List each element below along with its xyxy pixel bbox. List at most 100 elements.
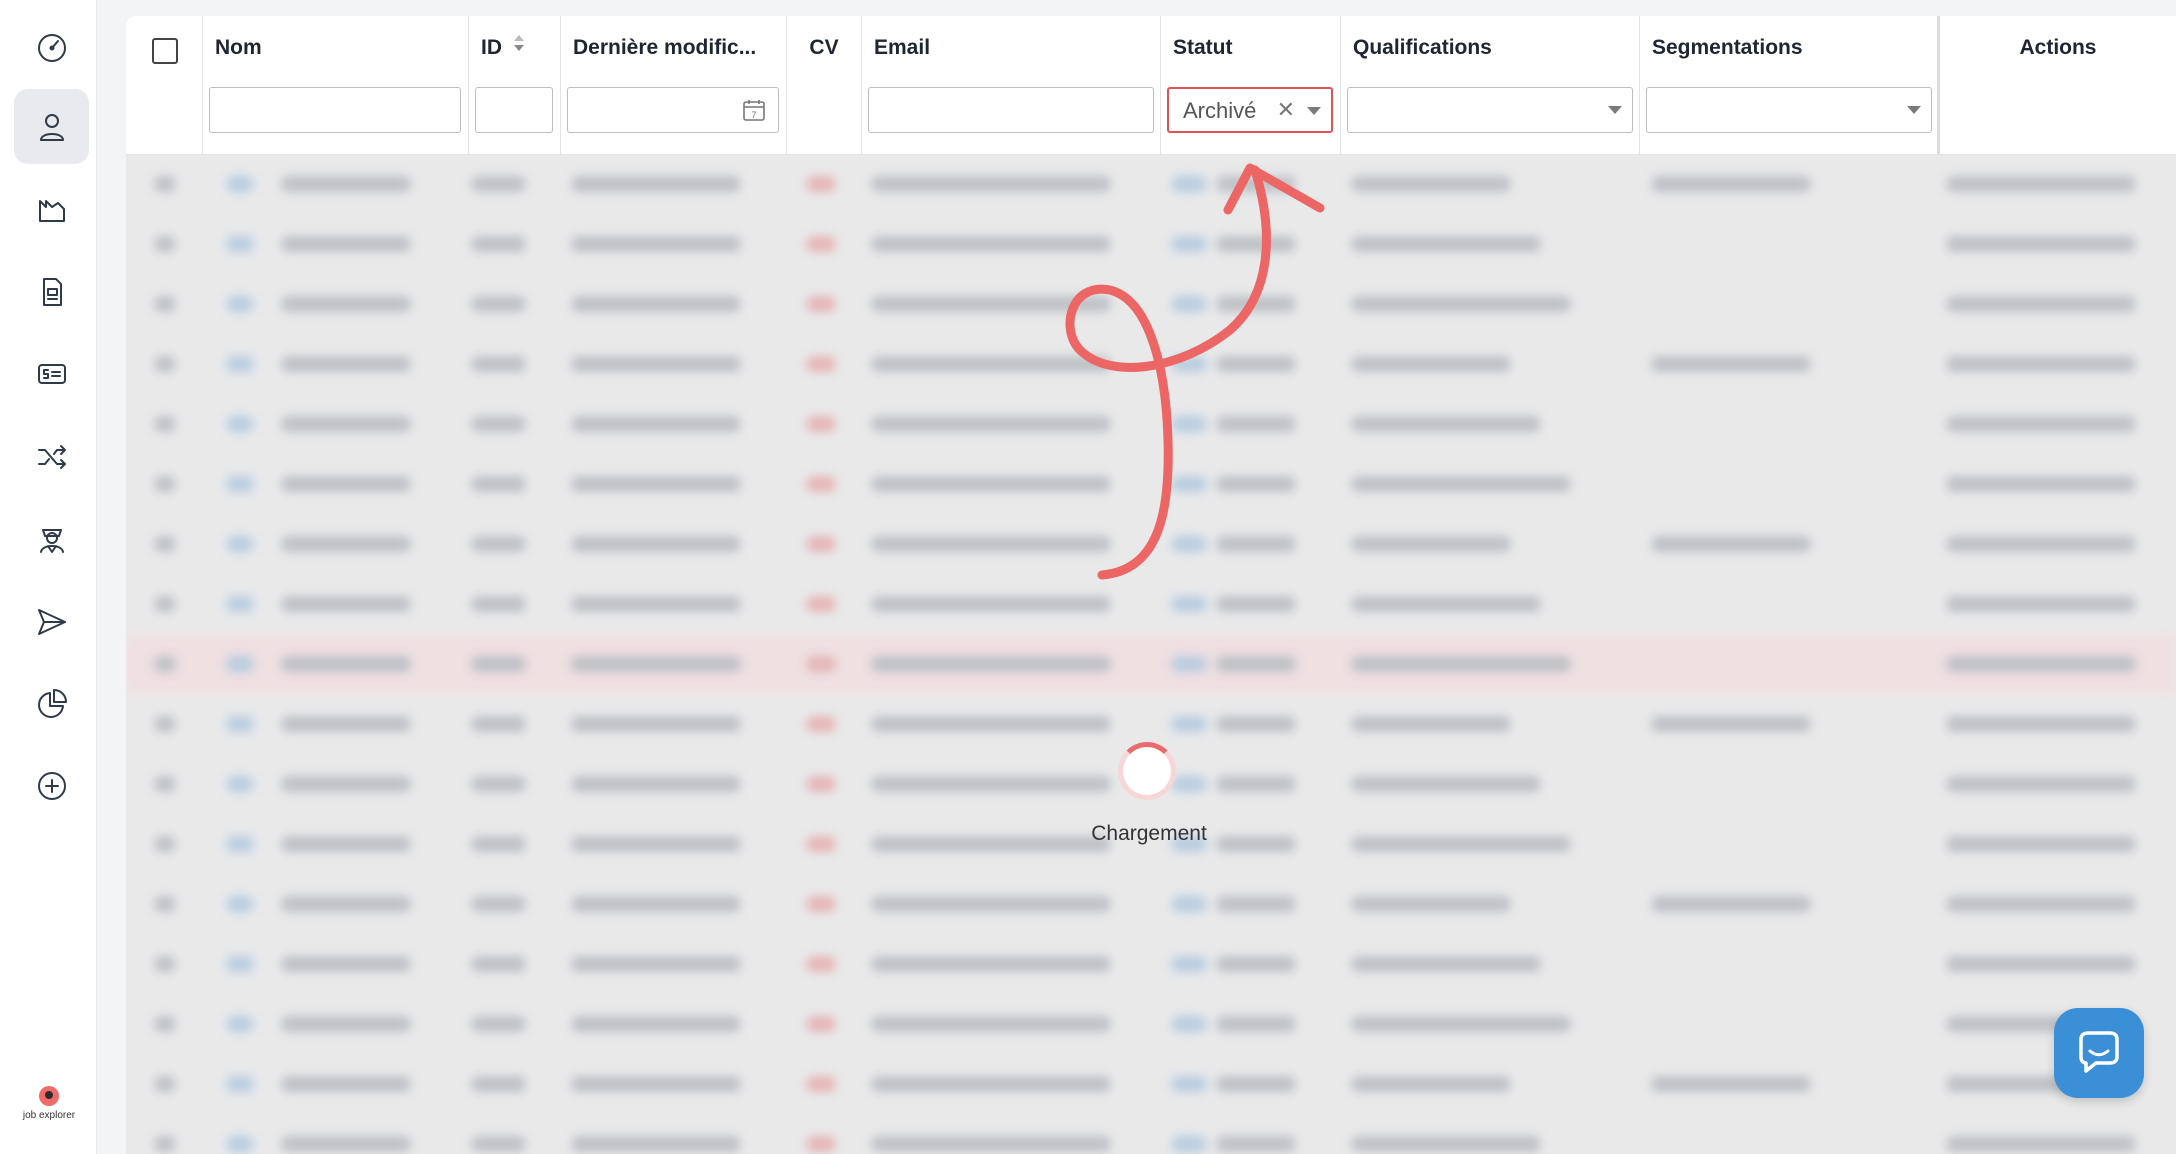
placeholder-cell <box>1216 296 1296 312</box>
plus-circle-icon <box>37 771 66 800</box>
placeholder-cell <box>471 476 526 492</box>
placeholder-cell <box>1171 596 1207 612</box>
placeholder-cell <box>871 476 1111 492</box>
clear-icon[interactable]: ✕ <box>1277 99 1295 121</box>
nav-campaigns[interactable] <box>14 584 89 659</box>
speedometer-icon <box>37 33 66 62</box>
filter-cell-empty <box>126 78 203 154</box>
placeholder-cell <box>471 1136 526 1152</box>
column-label: CV <box>809 36 839 59</box>
select-all-checkbox[interactable] <box>152 38 178 64</box>
placeholder-cell <box>871 596 1111 612</box>
placeholder-cell <box>1351 1016 1571 1032</box>
filter-date-input[interactable]: 7 <box>567 87 779 133</box>
placeholder-cell <box>1171 896 1207 912</box>
filter-statut-select[interactable]: Archivé ✕ <box>1167 87 1333 133</box>
placeholder-cell <box>1171 656 1207 672</box>
filter-qualifications-select[interactable] <box>1347 87 1633 133</box>
filter-email-input[interactable] <box>868 87 1154 133</box>
column-header-cv[interactable]: CV <box>787 16 862 78</box>
placeholder-cell <box>806 236 836 252</box>
chevron-down-icon[interactable] <box>1608 106 1622 114</box>
table-row <box>126 934 2176 994</box>
team-icon <box>39 528 64 553</box>
filter-cell-email <box>862 78 1161 154</box>
sort-icon[interactable] <box>512 16 526 78</box>
placeholder-cell <box>1216 716 1296 732</box>
column-header-id[interactable]: ID <box>469 16 561 78</box>
nav-add[interactable] <box>14 748 89 823</box>
placeholder-cell <box>154 1136 176 1152</box>
column-label: Segmentations <box>1652 36 1803 59</box>
placeholder-cell <box>571 836 741 852</box>
nav-candidates[interactable] <box>14 89 89 164</box>
placeholder-cell <box>226 776 254 792</box>
nav-documents[interactable] <box>14 254 89 329</box>
placeholder-cell <box>1946 596 2136 612</box>
placeholder-cell <box>1351 236 1541 252</box>
filter-cell-cv <box>787 78 862 154</box>
nav-dashboard[interactable] <box>14 10 89 85</box>
shuffle-icon <box>37 444 66 469</box>
placeholder-cell <box>1171 1016 1207 1032</box>
placeholder-cell <box>871 716 1111 732</box>
placeholder-cell <box>571 896 741 912</box>
filter-cell-actions <box>1940 78 2176 154</box>
placeholder-cell <box>1946 356 2136 372</box>
placeholder-cell <box>571 236 741 252</box>
app-logo[interactable]: job explorer <box>14 1086 84 1132</box>
placeholder-cell <box>806 656 836 672</box>
placeholder-cell <box>154 656 176 672</box>
placeholder-cell <box>154 596 176 612</box>
nav-matching[interactable] <box>14 419 89 494</box>
placeholder-cell <box>806 356 836 372</box>
filter-cell-qualifications <box>1341 78 1640 154</box>
table-body-blurred <box>126 154 2176 1154</box>
column-header-email[interactable]: Email <box>862 16 1161 78</box>
nav-statistics[interactable] <box>14 666 89 741</box>
placeholder-cell <box>871 416 1111 432</box>
placeholder-cell <box>226 596 254 612</box>
placeholder-cell <box>154 536 176 552</box>
column-header-segmentations[interactable]: Segmentations <box>1640 16 1940 78</box>
chat-support-button[interactable] <box>2054 1008 2144 1098</box>
column-label: Nom <box>215 36 262 59</box>
chevron-down-icon[interactable] <box>1907 106 1921 114</box>
chevron-down-icon[interactable] <box>1307 107 1321 115</box>
placeholder-cell <box>1216 1136 1296 1152</box>
logo-text: job explorer <box>22 1110 76 1121</box>
placeholder-cell <box>1351 296 1571 312</box>
column-header-date[interactable]: Dernière modific... <box>561 16 787 78</box>
calendar-icon[interactable]: 7 <box>742 98 766 122</box>
column-header-nom[interactable]: Nom <box>203 16 469 78</box>
placeholder-cell <box>1216 176 1296 192</box>
loading-spinner <box>1118 742 1176 800</box>
placeholder-cell <box>1171 236 1207 252</box>
placeholder-cell <box>471 296 526 312</box>
placeholder-cell <box>471 536 526 552</box>
table-row <box>126 874 2176 934</box>
column-header-qualifications[interactable]: Qualifications <box>1341 16 1640 78</box>
placeholder-cell <box>281 476 411 492</box>
filter-segmentations-select[interactable] <box>1646 87 1932 133</box>
filter-id-input[interactable] <box>475 87 553 133</box>
placeholder-cell <box>1351 416 1541 432</box>
nav-billing[interactable] <box>14 336 89 411</box>
filter-nom-input[interactable] <box>209 87 461 133</box>
placeholder-cell <box>871 296 1111 312</box>
placeholder-cell <box>154 776 176 792</box>
placeholder-cell <box>571 1076 741 1092</box>
svg-text:7: 7 <box>751 110 756 120</box>
placeholder-cell <box>1351 476 1571 492</box>
nav-recruiters[interactable] <box>14 501 89 576</box>
nav-companies[interactable] <box>14 172 89 247</box>
placeholder-cell <box>1216 896 1296 912</box>
table-row <box>126 214 2176 274</box>
table-row <box>126 1114 2176 1154</box>
placeholder-cell <box>1651 356 1811 372</box>
placeholder-cell <box>871 236 1111 252</box>
table-row <box>126 1054 2176 1114</box>
column-header-statut[interactable]: Statut <box>1161 16 1341 78</box>
placeholder-cell <box>1351 896 1511 912</box>
column-label: Statut <box>1173 36 1233 59</box>
